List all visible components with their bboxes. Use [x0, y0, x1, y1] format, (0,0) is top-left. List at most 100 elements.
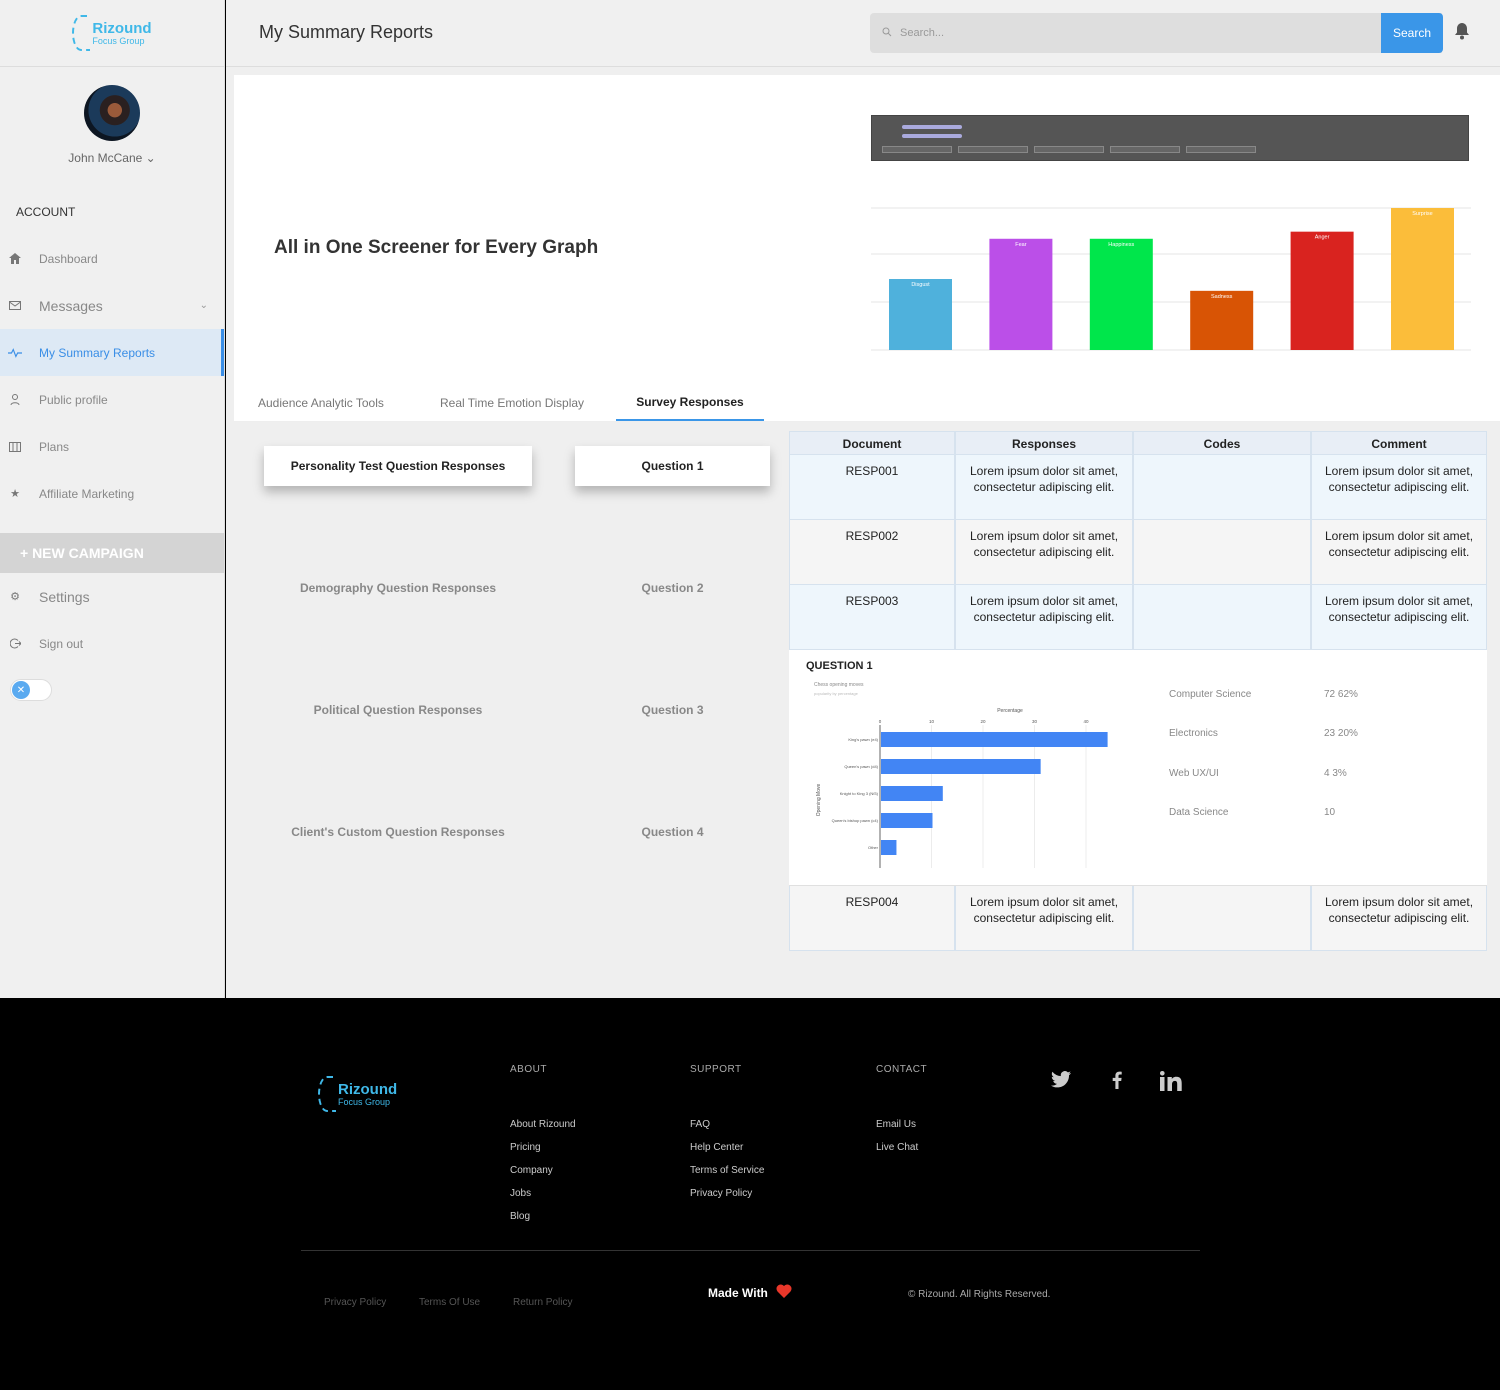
tab-survey-responses[interactable]: Survey Responses	[616, 384, 764, 421]
stat-value: 10	[1324, 807, 1336, 818]
linkedin-icon[interactable]	[1160, 1071, 1182, 1097]
category-label: Other	[868, 845, 879, 850]
footer-link[interactable]: Help Center	[690, 1142, 764, 1153]
theme-toggle[interactable]: ✕	[10, 679, 52, 701]
footer-link[interactable]: Blog	[510, 1211, 576, 1222]
sidebar-item-messages[interactable]: Messages ⌄	[0, 282, 224, 329]
custom-question-link[interactable]: Client's Custom Question Responses	[264, 825, 532, 839]
income-slider[interactable]	[902, 133, 962, 138]
footer-link[interactable]: Email Us	[876, 1119, 927, 1130]
table-row[interactable]: RESP001 Lorem ipsum dolor sit amet, cons…	[789, 455, 1487, 520]
category-label: King's pawn (e4)	[848, 737, 878, 742]
demography-question-link[interactable]: Demography Question Responses	[264, 581, 532, 595]
footer-support: SUPPORT FAQ Help Center Terms of Service…	[690, 1064, 764, 1199]
stat-row: Computer Science 72 62%	[1169, 689, 1358, 700]
chevron-down-icon: ⌄	[145, 151, 156, 165]
new-campaign-button[interactable]: + NEW CAMPAIGN	[0, 533, 224, 573]
facebook-icon[interactable]	[1112, 1071, 1122, 1095]
age-slider[interactable]	[902, 124, 962, 129]
top-header: My Summary Reports Search... Search	[226, 0, 1500, 67]
footer-link[interactable]: Terms of Service	[690, 1165, 764, 1176]
stat-value: 72 62%	[1324, 689, 1358, 700]
stat-label: Web UX/UI	[1169, 768, 1219, 779]
footer-privacy-link[interactable]: Privacy Policy	[324, 1297, 386, 1308]
sidebar-item-affiliate[interactable]: ★ Affiliate Marketing	[0, 470, 224, 517]
footer-link[interactable]: Privacy Policy	[690, 1188, 764, 1199]
bar-label: Sadness	[1211, 294, 1233, 300]
footer-link[interactable]: Live Chat	[876, 1142, 927, 1153]
stat-label: Computer Science	[1169, 689, 1252, 700]
filter-select[interactable]	[882, 146, 952, 153]
search-button[interactable]: Search	[1381, 13, 1443, 53]
cell-comment: Lorem ipsum dolor sit amet, consectetur …	[1311, 886, 1487, 951]
table-row[interactable]: RESP003 Lorem ipsum dolor sit amet, cons…	[789, 585, 1487, 650]
footer-link[interactable]: Pricing	[510, 1142, 576, 1153]
footer-link[interactable]: FAQ	[690, 1119, 764, 1130]
bell-icon[interactable]	[1454, 22, 1470, 42]
filter-select[interactable]	[1110, 146, 1180, 153]
question-3-link[interactable]: Question 3	[575, 703, 770, 717]
cell-document: RESP003	[789, 585, 955, 650]
search-input[interactable]: Search...	[870, 13, 1442, 53]
bar-happiness	[1089, 238, 1153, 350]
footer-terms-link[interactable]: Terms Of Use	[419, 1297, 480, 1308]
footer-heading: ABOUT	[510, 1064, 547, 1075]
political-question-link[interactable]: Political Question Responses	[264, 703, 532, 717]
bar-label: Happiness	[1108, 242, 1134, 248]
category-label: Knight to King 3 (Nf3)	[840, 791, 879, 796]
tab-real-time-emotion-display[interactable]: Real Time Emotion Display	[440, 384, 584, 421]
table-row[interactable]: RESP002 Lorem ipsum dolor sit amet, cons…	[789, 520, 1487, 585]
cell-response: Lorem ipsum dolor sit amet, consectetur …	[955, 585, 1133, 650]
pulse-icon	[8, 346, 22, 360]
twitter-icon[interactable]	[1051, 1071, 1071, 1094]
tick-label: 30	[1032, 719, 1038, 724]
question-1-button[interactable]: Question 1	[575, 446, 770, 486]
x-axis-label: Percentage	[997, 708, 1023, 714]
column-header: Comment	[1311, 431, 1487, 455]
category-label: Queen's pawn (d4)	[844, 764, 878, 769]
question-4-link[interactable]: Question 4	[575, 825, 770, 839]
search-placeholder: Search...	[900, 27, 945, 39]
cell-codes	[1133, 520, 1311, 585]
sidebar-item-sign-out[interactable]: Sign out	[0, 620, 224, 667]
chess-chart-title: Chess opening moves	[814, 682, 864, 688]
cell-codes	[1133, 585, 1311, 650]
footer-return-link[interactable]: Return Policy	[513, 1297, 572, 1308]
filter-select[interactable]	[958, 146, 1028, 153]
brand-tagline: Focus Group	[92, 35, 145, 46]
tab-audience-analytic-tools[interactable]: Audience Analytic Tools	[258, 384, 384, 421]
brand-tagline: Focus Group	[338, 1096, 391, 1107]
question-1-panel: QUESTION 1 Chess opening moves popularit…	[789, 650, 1487, 886]
stat-row: Data Science 10	[1169, 807, 1335, 818]
sidebar-item-public-profile[interactable]: Public profile	[0, 376, 224, 423]
bar-label: Disgust	[911, 282, 930, 288]
footer-logo[interactable]: Rizound Focus Group	[318, 1076, 397, 1112]
cell-response: Lorem ipsum dolor sit amet, consectetur …	[955, 455, 1133, 520]
filter-select[interactable]	[1034, 146, 1104, 153]
sidebar-item-dashboard[interactable]: Dashboard	[0, 235, 224, 282]
chess-bar	[881, 732, 1108, 747]
sidebar-item-summary-reports[interactable]: My Summary Reports	[0, 329, 224, 376]
footer-contact: CONTACT Email Us Live Chat	[876, 1064, 927, 1153]
chart-filter-bar[interactable]	[871, 115, 1469, 161]
personality-question-button[interactable]: Personality Test Question Responses	[264, 446, 532, 486]
sidebar-item-settings[interactable]: ⚙ Settings	[0, 573, 224, 620]
tick-label: 20	[980, 719, 986, 724]
sidebar: Rizound Focus Group John McCane ⌄ ACCOUN…	[0, 0, 225, 998]
question-2-link[interactable]: Question 2	[575, 581, 770, 595]
heart-icon	[776, 1284, 792, 1301]
filter-select[interactable]	[1186, 146, 1256, 153]
footer-link[interactable]: About Rizound	[510, 1119, 576, 1130]
sidebar-logo[interactable]: Rizound Focus Group	[0, 0, 224, 67]
sidebar-item-label: Plans	[39, 439, 70, 454]
report-tabs: Audience Analytic Tools Real Time Emotio…	[234, 384, 1500, 422]
footer-heading: CONTACT	[876, 1064, 928, 1075]
user-menu[interactable]: John McCane ⌄	[0, 151, 224, 165]
messages-icon	[8, 299, 22, 313]
sidebar-item-label: Messages	[39, 297, 103, 314]
table-row[interactable]: RESP004 Lorem ipsum dolor sit amet, cons…	[789, 886, 1487, 951]
footer-link[interactable]: Jobs	[510, 1188, 576, 1199]
footer-link[interactable]: Company	[510, 1165, 576, 1176]
avatar[interactable]	[84, 85, 140, 141]
sidebar-item-plans[interactable]: Plans	[0, 423, 224, 470]
